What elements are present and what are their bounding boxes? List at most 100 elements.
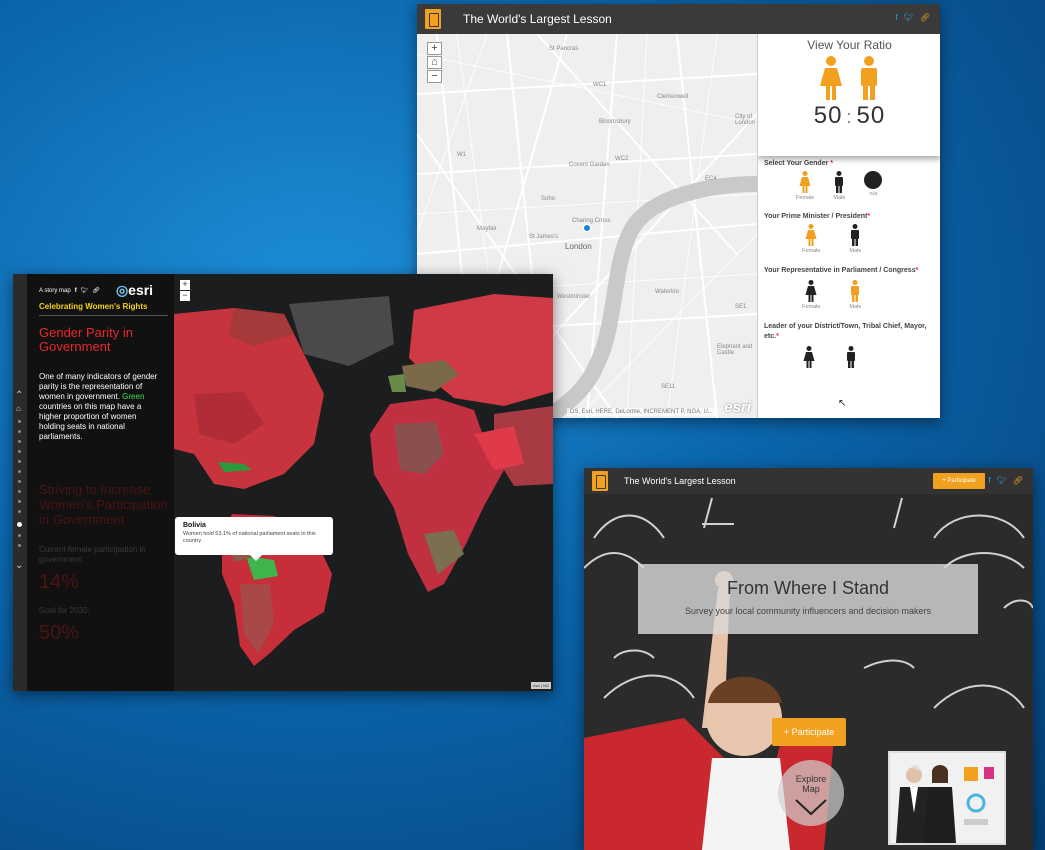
- option-male[interactable]: [844, 346, 858, 368]
- participate-button[interactable]: + Participate: [772, 718, 846, 746]
- link-icon[interactable]: 🔗︎: [92, 287, 100, 294]
- map-label: Soho: [541, 196, 556, 202]
- facebook-icon[interactable]: f: [988, 476, 990, 485]
- male-icon[interactable]: [832, 171, 846, 193]
- map-label: Covent Garden: [569, 162, 610, 168]
- female-icon[interactable]: [804, 224, 818, 246]
- female-icon[interactable]: [804, 280, 818, 302]
- zoom-out-button[interactable]: −: [427, 70, 442, 83]
- zoom-in-button[interactable]: +: [180, 280, 190, 290]
- map-label: Elephant and Castle: [717, 344, 753, 356]
- section-body: One of many indicators of gender parity …: [39, 372, 158, 441]
- section-dot[interactable]: [18, 460, 21, 463]
- story-map-label: A story map: [39, 287, 71, 294]
- app-header: The World's Largest Lesson f 🐦︎ 🔗︎: [417, 4, 940, 34]
- section-dot[interactable]: [18, 534, 21, 537]
- section-dot[interactable]: [18, 510, 21, 513]
- option-male[interactable]: Male: [848, 224, 862, 254]
- section-dot[interactable]: [18, 544, 21, 547]
- world-choropleth: [174, 294, 553, 666]
- link-icon[interactable]: 🔗︎: [1013, 476, 1023, 485]
- map-label: SE11: [661, 384, 676, 390]
- option-female[interactable]: Female: [802, 280, 820, 310]
- option-label: Female: [802, 248, 821, 254]
- chevron-up-icon[interactable]: ⌃: [15, 390, 23, 401]
- female-icon[interactable]: [802, 346, 816, 368]
- esri-watermark: esri: [724, 399, 751, 416]
- section-dot[interactable]: [18, 490, 21, 493]
- male-figure-icon: [860, 56, 877, 100]
- hero-banner: From Where I Stand Survey your local com…: [638, 564, 978, 634]
- option-label: Male: [849, 304, 862, 310]
- option-male[interactable]: Male: [832, 171, 846, 201]
- zoom-in-button[interactable]: +: [427, 42, 442, 55]
- facebook-icon[interactable]: f: [75, 288, 77, 294]
- section-dot[interactable]: [18, 480, 21, 483]
- worlds-largest-lesson-logo[interactable]: [592, 471, 608, 491]
- section-dot[interactable]: [18, 500, 21, 503]
- globe-icon: ◎: [115, 282, 129, 298]
- section-rail: ⌃ ⌂ ⌄: [13, 274, 27, 691]
- map-label: WC2: [615, 156, 629, 162]
- popup-title: Bolivia: [183, 522, 206, 529]
- zoom-out-button[interactable]: −: [180, 291, 190, 301]
- map-label: London: [565, 242, 592, 251]
- map-attribution: DS, Esri, HERE, DeLorme, INCREMENT P, NG…: [567, 408, 716, 416]
- esri-logo[interactable]: ◎esri: [116, 282, 153, 299]
- map-label: W1: [457, 152, 466, 158]
- map-label: Westminster: [557, 294, 591, 300]
- ratio-separator: :: [846, 107, 853, 127]
- female-figure-icon: [819, 56, 842, 100]
- option-female[interactable]: Female: [796, 171, 814, 201]
- location-label: Charing Cross: [572, 218, 611, 224]
- option-na[interactable]: n/a: [864, 171, 883, 201]
- country-popup[interactable]: Bolivia Women hold 53.1% of national par…: [175, 517, 333, 561]
- twitter-icon[interactable]: 🐦︎: [997, 476, 1007, 485]
- option-label: n/a: [869, 191, 878, 197]
- option-label: Female: [802, 304, 821, 310]
- male-icon[interactable]: [848, 224, 862, 246]
- goal-caption: Goal for 2030:: [39, 606, 90, 615]
- map-label: Clerkenwell: [657, 94, 689, 100]
- option-female[interactable]: [802, 346, 816, 368]
- story-map-screenshot: ⌃ ⌂ ⌄ A story map f 🐦︎ 🔗︎ ◎esri Celebrat…: [13, 274, 553, 691]
- story-side-panel: A story map f 🐦︎ 🔗︎ ◎esri Celebrating Wo…: [27, 274, 174, 691]
- explore-map-button[interactable]: Explore Map: [778, 760, 844, 826]
- section-dot-active[interactable]: [17, 522, 22, 527]
- option-female[interactable]: Female: [802, 224, 820, 254]
- hero-title: From Where I Stand: [726, 578, 890, 598]
- map-label: City of London: [735, 114, 756, 126]
- map-label: St Pancras: [549, 46, 579, 52]
- facebook-icon[interactable]: f: [895, 13, 897, 22]
- video-thumbnail[interactable]: [888, 751, 1006, 845]
- home-icon[interactable]: ⌂: [16, 404, 21, 413]
- ratio-male-value: 50: [856, 102, 886, 129]
- map-label: EC4: [705, 176, 717, 182]
- male-icon[interactable]: [848, 280, 862, 302]
- landing-page-screenshot: The World's Largest Lesson + Participate…: [584, 468, 1033, 850]
- world-map[interactable]: + − Bolivia Women hold 53.1% of national…: [174, 274, 553, 691]
- section-dot[interactable]: [18, 450, 21, 453]
- link-icon[interactable]: 🔗︎: [920, 13, 930, 22]
- chevron-down-icon[interactable]: ⌄: [15, 560, 23, 571]
- map-label: Waterloo: [655, 289, 679, 295]
- question-gender: Select Your Gender *: [764, 160, 834, 167]
- people-photo: [890, 753, 1004, 843]
- next-section-title: Striving to Increase Women's Participati…: [39, 482, 168, 527]
- section-dot[interactable]: [18, 470, 21, 473]
- survey-panel: View Your Ratio 50:50 Select Your Gender…: [757, 34, 940, 418]
- circle-icon[interactable]: [864, 171, 883, 189]
- male-icon[interactable]: [844, 346, 858, 368]
- twitter-icon[interactable]: 🐦︎: [81, 287, 89, 294]
- option-male[interactable]: Male: [848, 280, 862, 310]
- twitter-icon[interactable]: 🐦︎: [904, 13, 914, 22]
- location-marker[interactable]: [583, 224, 591, 232]
- section-dot[interactable]: [18, 440, 21, 443]
- worlds-largest-lesson-logo[interactable]: [425, 9, 441, 29]
- header-participate-button[interactable]: + Participate: [933, 473, 985, 489]
- map-attribution: esri | NG: [531, 682, 551, 689]
- section-dot[interactable]: [18, 420, 21, 423]
- home-icon[interactable]: ⌂: [427, 56, 442, 69]
- female-icon[interactable]: [798, 171, 812, 193]
- section-dot[interactable]: [18, 430, 21, 433]
